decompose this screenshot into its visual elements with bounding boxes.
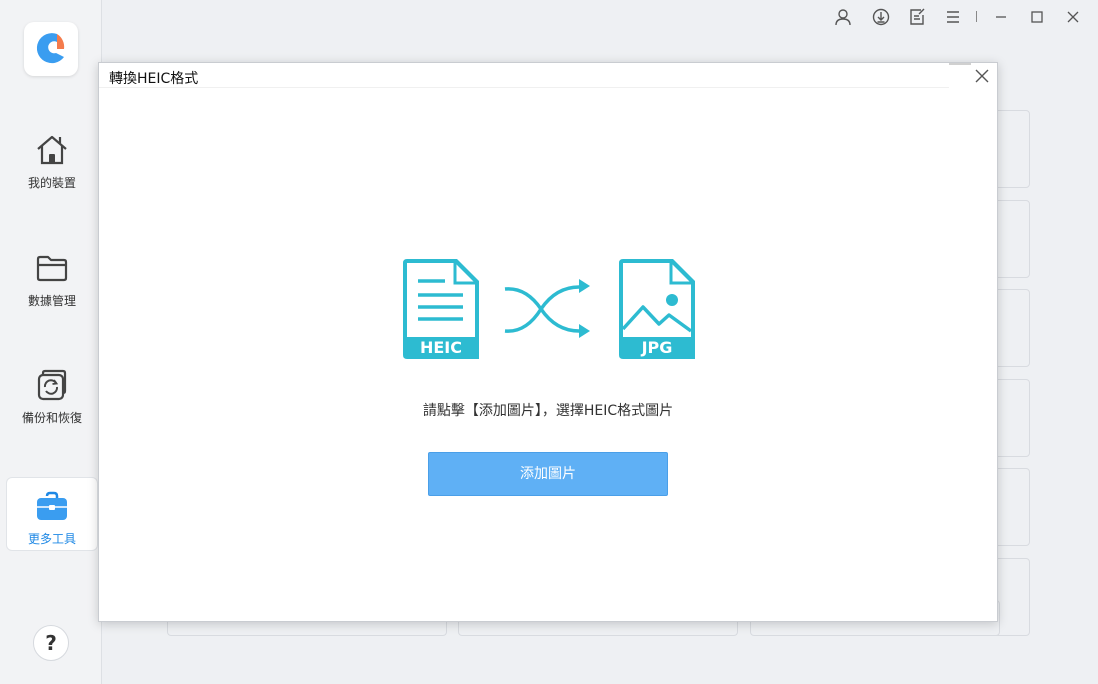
- heic-to-jpg-illustration: HEIC JPG: [401, 259, 697, 359]
- sidebar-item-label: 數據管理: [27, 294, 76, 308]
- download-icon[interactable]: [870, 6, 892, 28]
- folder-icon: [36, 255, 68, 282]
- backup-restore-icon: [37, 369, 67, 401]
- close-icon[interactable]: [1062, 6, 1084, 28]
- toolbar-divider: [976, 11, 977, 22]
- sidebar-item-my-device[interactable]: 我的裝置: [6, 132, 98, 206]
- account-icon[interactable]: [832, 6, 854, 28]
- sidebar-item-label: 備份和恢復: [21, 411, 82, 425]
- help-button[interactable]: ?: [33, 625, 69, 661]
- window-toolbar: [832, 6, 1084, 28]
- sidebar-item-label: 更多工具: [27, 532, 76, 546]
- sidebar-item-data-management[interactable]: 數據管理: [6, 250, 98, 324]
- app-logo: [24, 22, 78, 76]
- minimize-icon[interactable]: [990, 6, 1012, 28]
- sidebar-item-backup-restore[interactable]: 備份和恢復: [6, 367, 98, 441]
- help-icon: ?: [45, 631, 57, 655]
- add-image-button[interactable]: 添加圖片: [428, 452, 668, 496]
- sidebar-item-label: 我的裝置: [27, 176, 76, 190]
- dialog-title: 轉換HEIC格式: [109, 71, 199, 87]
- jpg-label: JPG: [641, 338, 673, 357]
- menu-icon[interactable]: [942, 6, 964, 28]
- divider: [99, 87, 949, 88]
- instruction-text: 請點擊【添加圖片】，選擇HEIC格式圖片: [422, 403, 674, 419]
- maximize-icon[interactable]: [1026, 6, 1048, 28]
- home-icon: [37, 135, 67, 165]
- toolbox-icon: [37, 491, 67, 520]
- feedback-icon[interactable]: [906, 6, 928, 28]
- sidebar: 我的裝置 數據管理 備份和恢復 更多工具 ?: [0, 0, 102, 684]
- heic-label: HEIC: [419, 338, 462, 357]
- sidebar-item-more-tools[interactable]: 更多工具: [6, 477, 98, 551]
- logo-icon: [36, 33, 65, 64]
- convert-heic-dialog: 轉換HEIC格式 HEIC JPG 請點擊【添加圖片】，選擇HEIC格式圖片 添…: [98, 62, 998, 622]
- close-icon[interactable]: [971, 65, 993, 87]
- divider: [949, 63, 971, 65]
